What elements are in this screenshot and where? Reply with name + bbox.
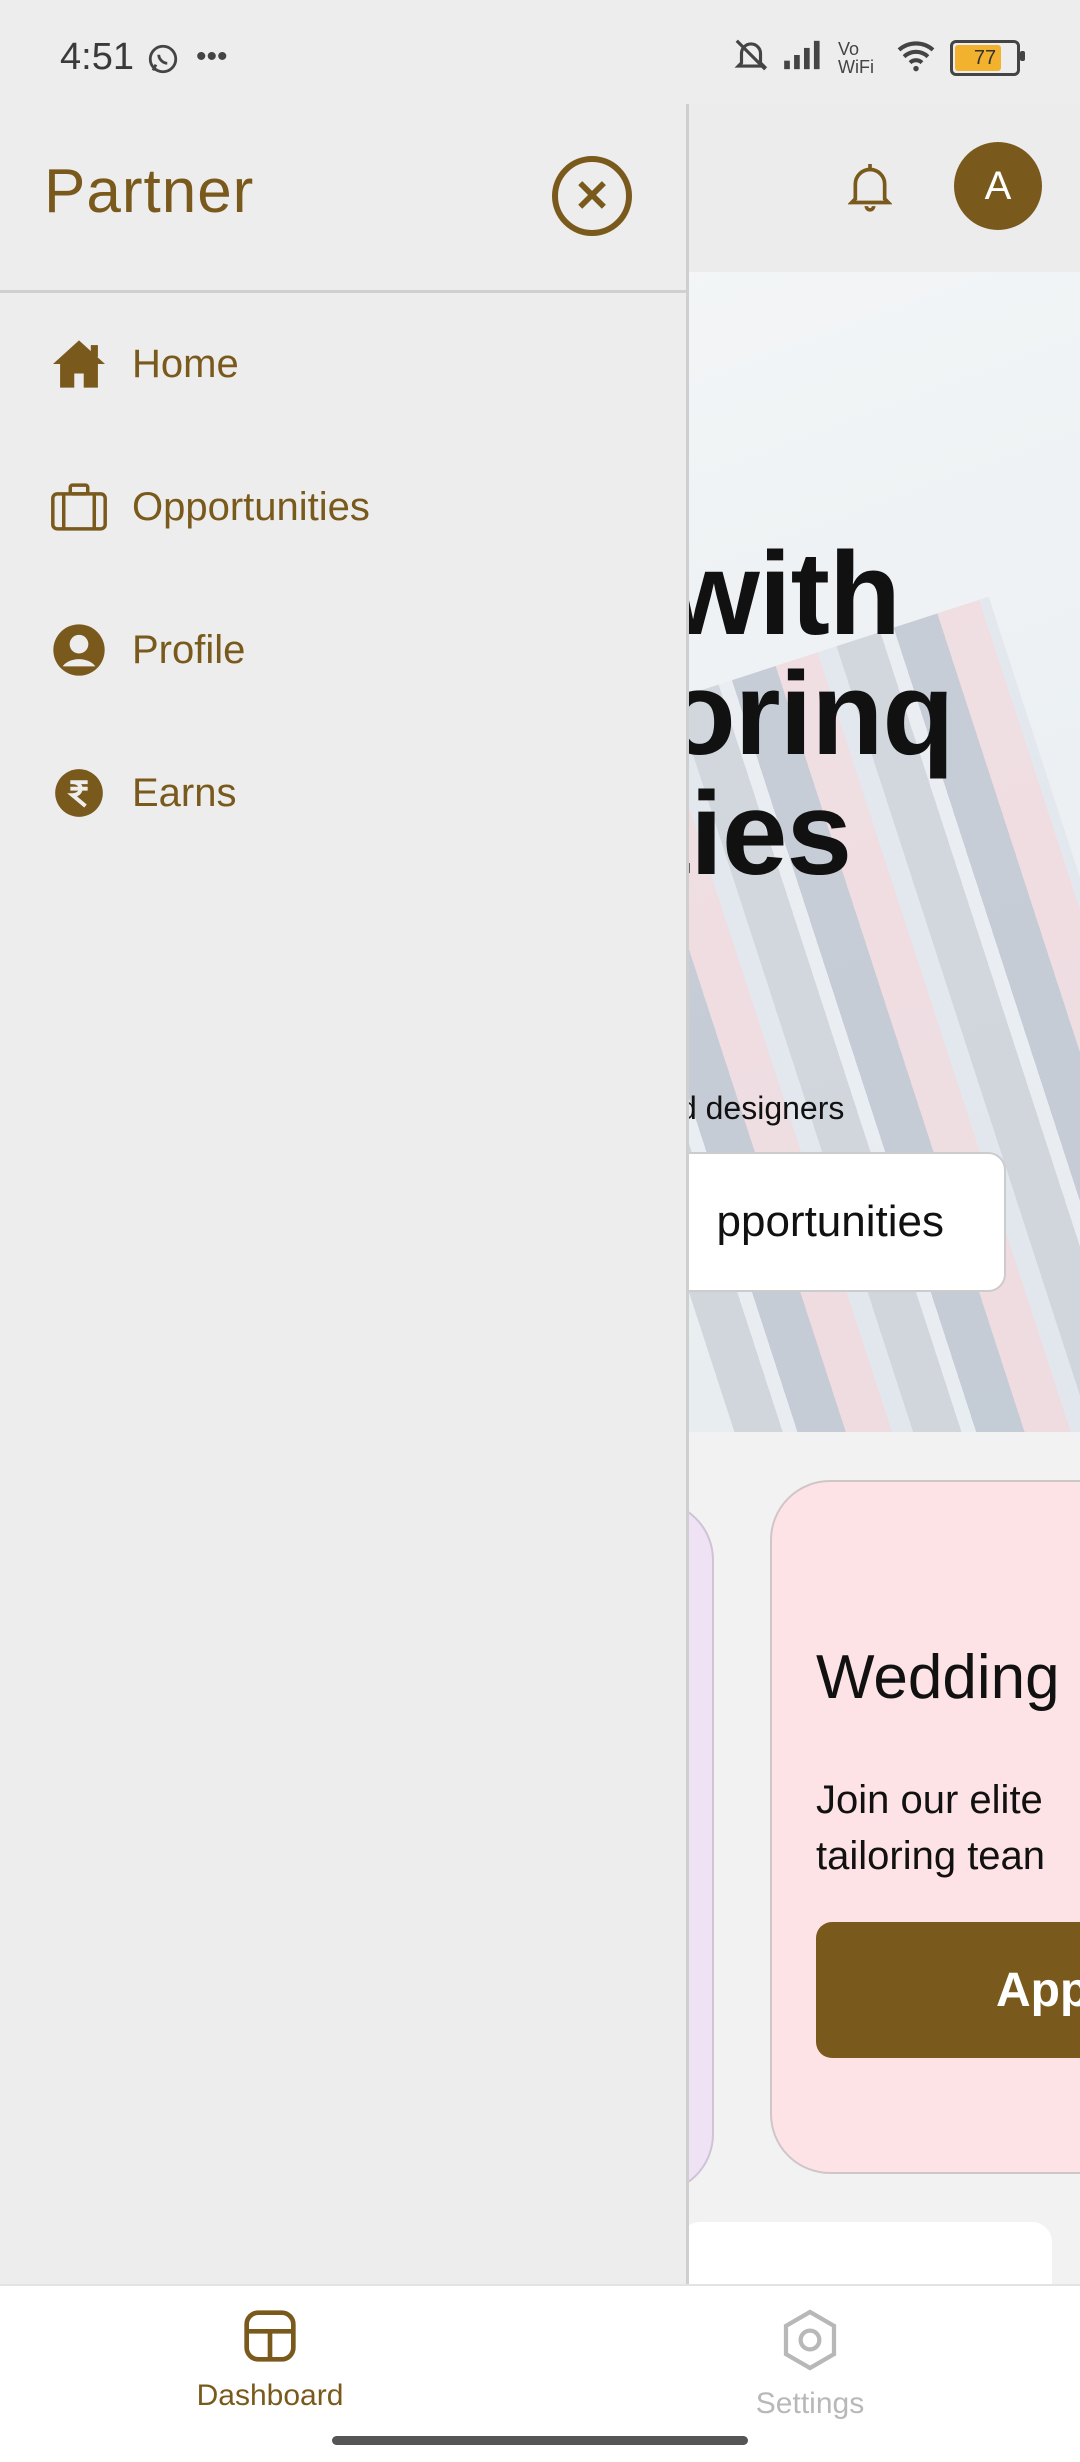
- nav-item-dashboard[interactable]: Dashboard: [120, 2308, 420, 2413]
- more-notifications-icon: •••: [196, 40, 228, 73]
- close-icon: ✕: [573, 171, 611, 221]
- home-indicator[interactable]: [332, 2436, 748, 2445]
- nav-item-settings[interactable]: Settings: [660, 2308, 960, 2421]
- apply-button[interactable]: App: [816, 1922, 1080, 2058]
- close-drawer-button[interactable]: ✕: [552, 156, 632, 236]
- settings-icon: [778, 2308, 842, 2377]
- drawer-item-home[interactable]: Home: [50, 324, 239, 404]
- nav-label: Settings: [755, 2387, 865, 2420]
- user-icon: [50, 621, 108, 679]
- navigation-drawer: Partner ✕ Home Opportunities Profile Ear…: [0, 104, 689, 2284]
- notification-bell-icon[interactable]: [847, 156, 893, 216]
- battery-icon: 77: [950, 40, 1025, 76]
- home-icon: [50, 335, 108, 393]
- drawer-header: Partner ✕: [0, 104, 686, 293]
- card-description: Join our elite tailoring tean: [816, 1772, 1045, 1884]
- drawer-title: Partner: [44, 157, 255, 226]
- wifi-icon: [894, 38, 938, 79]
- drawer-item-label: Earns: [132, 770, 237, 815]
- rupee-icon: [50, 764, 108, 822]
- dashboard-icon: [242, 2308, 298, 2369]
- drawer-item-opportunities[interactable]: Opportunities: [50, 467, 370, 547]
- vowifi-label: Vo WiFi: [838, 39, 874, 77]
- hero-title-line-1: with: [668, 528, 901, 660]
- card-description-line-2: tailoring tean: [816, 1834, 1046, 1878]
- card-title: Wedding: [816, 1643, 1060, 1712]
- status-time: 4:51: [60, 36, 134, 78]
- drawer-item-label: Opportunities: [132, 484, 370, 529]
- briefcase-icon: [50, 478, 108, 536]
- wedding-opportunity-card[interactable]: Wedding Join our elite tailoring tean Ap…: [770, 1480, 1080, 2174]
- nav-label: Dashboard: [196, 2379, 344, 2412]
- info-card[interactable]: [680, 2222, 1052, 2284]
- battery-level: 77: [973, 46, 997, 69]
- card-description-line-1: Join our elite: [816, 1778, 1043, 1822]
- drawer-item-label: Profile: [132, 627, 246, 672]
- avatar[interactable]: A: [954, 142, 1042, 230]
- drawer-item-profile[interactable]: Profile: [50, 610, 245, 690]
- system-status-icons: Vo WiFi 77: [732, 36, 1025, 81]
- signal-icon: [782, 38, 826, 79]
- status-bar: 4:51 ••• Vo WiFi 77: [0, 0, 1080, 104]
- whatsapp-icon: [146, 42, 180, 81]
- mute-icon: [732, 36, 770, 81]
- drawer-item-earns[interactable]: Earns: [50, 753, 237, 833]
- drawer-item-label: Home: [132, 341, 239, 386]
